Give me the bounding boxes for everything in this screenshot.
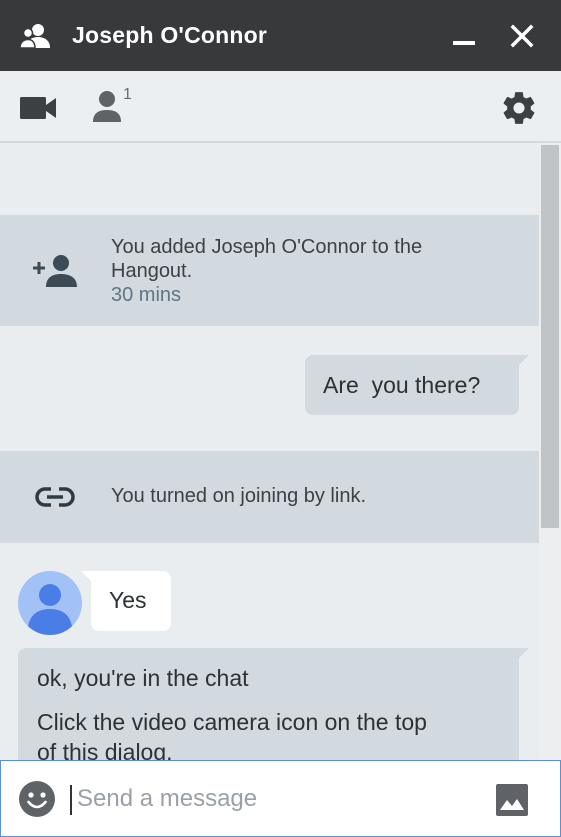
message-input[interactable] [77,779,467,819]
video-call-button[interactable] [18,94,58,122]
incoming-message: Yes [81,571,171,631]
message-text: Click the video camera icon on the top [37,709,427,735]
system-message-link: You turned on joining by link. [0,451,539,543]
system-message-added: You added Joseph O'Connor to the Hangout… [0,215,539,326]
conversation-title: Joseph O'Connor [72,22,268,48]
close-button[interactable] [508,22,536,50]
outgoing-message: ok, you're in the chat Click the video c… [18,648,529,760]
scrollbar[interactable] [539,143,561,760]
video-camera-icon [20,97,56,119]
add-person-icon [32,254,78,288]
minimize-button[interactable] [450,20,480,50]
system-message-text: You turned on joining by link. [111,485,366,507]
outgoing-message: Are you there? [305,355,529,415]
minimize-icon [453,41,475,45]
message-text: Yes [109,587,147,613]
message-list[interactable]: You added Joseph O'Connor to the Hangout… [0,143,561,760]
send-image-button[interactable] [495,783,529,817]
message-text: of this dialog. [37,739,173,760]
participants-button[interactable]: 1 [90,86,136,126]
emoji-icon [19,781,55,817]
person-icon [93,91,121,122]
system-message-text: You added Joseph O'Connor to the Hangout… [111,236,423,282]
emoji-button[interactable] [18,780,56,818]
settings-button[interactable] [500,89,538,127]
message-text: Are you there? [323,372,481,398]
message-composer [0,760,561,837]
gear-icon [503,92,535,124]
avatar [18,571,82,635]
person-avatar-icon [28,584,72,635]
link-icon [34,484,76,510]
people-icon [19,22,50,50]
toolbar: 1 [0,71,561,143]
participant-count: 1 [123,86,132,103]
message-text: ok, you're in the chat [37,665,249,691]
message-timestamp: 30 mins [111,284,182,306]
scrollbar-thumb[interactable] [541,145,559,528]
title-bar: Joseph O'Connor [0,0,561,71]
image-icon [496,784,528,816]
close-icon [510,24,534,48]
text-caret [70,785,72,815]
